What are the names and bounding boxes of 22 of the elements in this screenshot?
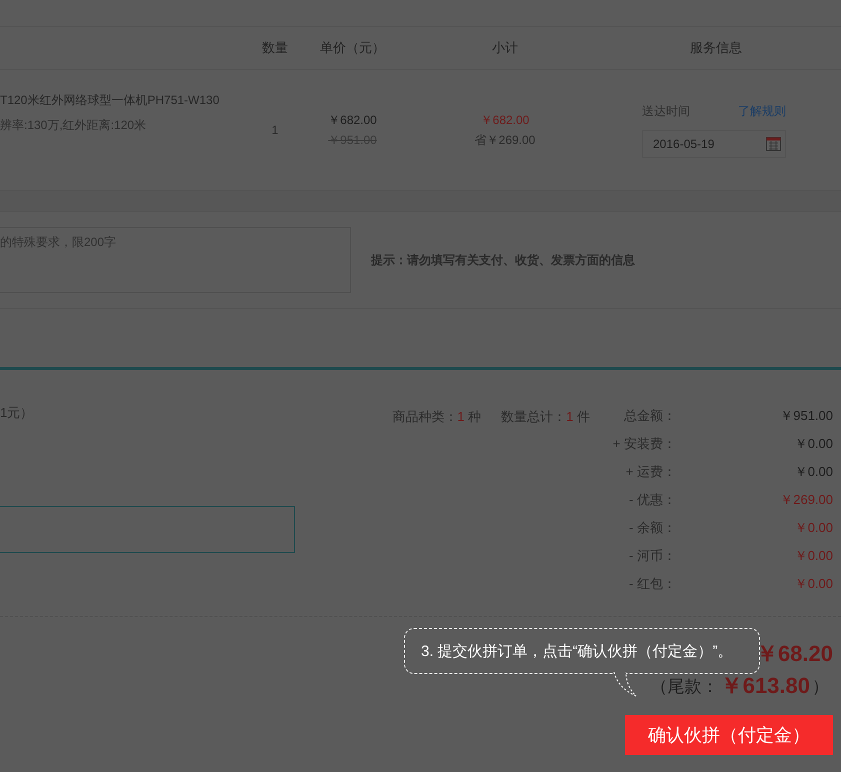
fee-amount: ￥269.00 xyxy=(779,491,833,509)
balance-amount: ￥613.80 xyxy=(720,672,810,700)
fee-amount: ￥0.00 xyxy=(794,547,833,565)
subtotal-price: ￥682.00 xyxy=(480,112,530,128)
fee-amount: ￥0.00 xyxy=(794,575,833,593)
input-field[interactable] xyxy=(0,506,295,553)
fee-amount: ￥0.00 xyxy=(794,435,833,453)
column-header: 小计 xyxy=(491,39,519,57)
fee-amount: ￥951.00 xyxy=(779,407,833,425)
unit-price: ￥682.00 xyxy=(328,112,377,128)
balance-label: （尾款： xyxy=(650,676,719,698)
fee-amount: ￥0.00 xyxy=(794,463,833,481)
tooltip-bubble: 3. 提交伙拼订单，点击“确认伙拼（付定金）”。 xyxy=(404,628,760,674)
column-header: 单价（元） xyxy=(319,39,386,57)
rules-link[interactable]: 了解规则 xyxy=(738,102,786,120)
column-header: 数量 xyxy=(261,39,289,57)
confirm-button[interactable]: 确认伙拼（付定金） xyxy=(625,715,833,755)
column-header: 服务信息 xyxy=(689,39,743,57)
date-field[interactable]: 2016-05-19 xyxy=(642,130,786,158)
fee-amount: ￥0.00 xyxy=(794,519,833,537)
balance-paren: ） xyxy=(812,676,829,698)
calendar-icon xyxy=(766,136,781,151)
